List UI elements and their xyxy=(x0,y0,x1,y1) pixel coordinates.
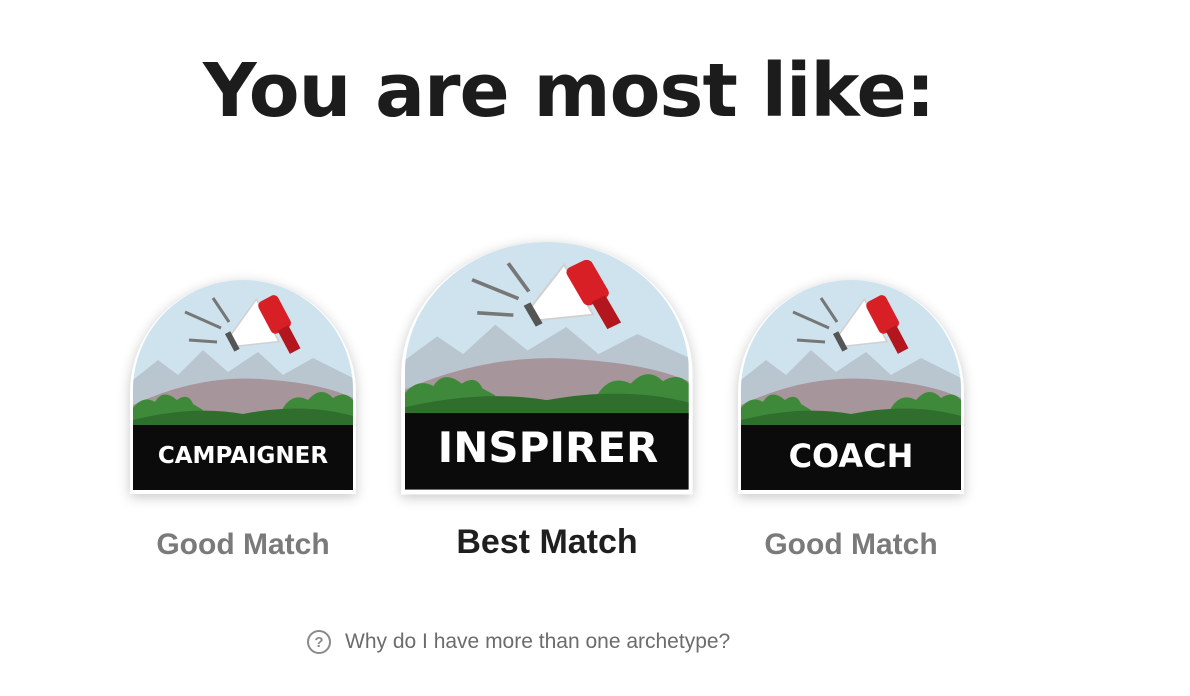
archetype-badge-campaigner[interactable]: CAMPAIGNER xyxy=(130,280,356,494)
campaigner-badge-label: CAMPAIGNER xyxy=(158,443,329,469)
question-circle-icon: ? xyxy=(307,630,331,654)
coach-badge-art: COACH xyxy=(738,280,964,494)
inspirer-match-label: Best Match xyxy=(456,523,638,561)
page-title: You are most like: xyxy=(203,48,935,134)
archetype-help-link[interactable]: ? Why do I have more than one archetype? xyxy=(307,630,730,654)
coach-match-label: Good Match xyxy=(764,528,938,561)
help-link-text: Why do I have more than one archetype? xyxy=(345,630,731,653)
campaigner-match-label: Good Match xyxy=(156,528,330,561)
coach-badge-label: COACH xyxy=(789,437,914,475)
archetype-badge-coach[interactable]: COACH xyxy=(738,280,964,494)
archetype-badge-inspirer[interactable]: INSPIRER xyxy=(401,242,693,495)
campaigner-badge-art: CAMPAIGNER xyxy=(130,280,356,494)
inspirer-badge-label: INSPIRER xyxy=(438,423,659,472)
inspirer-badge-art: INSPIRER xyxy=(401,242,693,495)
